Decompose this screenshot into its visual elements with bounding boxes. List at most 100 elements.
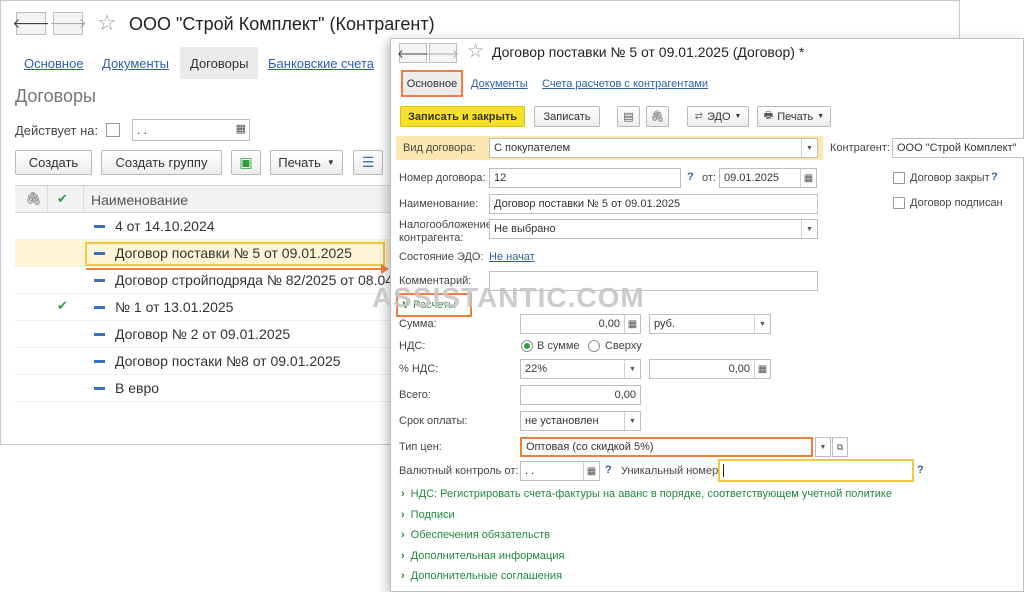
arrow-right-icon: 🡒 [49, 15, 87, 31]
calculator-icon[interactable]: ▦ [624, 315, 640, 333]
tab-bank-accounts[interactable]: Банковские счета [268, 56, 374, 71]
create-button[interactable]: Создать [15, 150, 92, 175]
checkmark-icon: ✔ [57, 298, 68, 313]
currency-control-date-input[interactable]: . . ▦ [520, 461, 600, 481]
open-icon[interactable]: ⧉ [832, 437, 848, 457]
favorite-star-icon[interactable]: ☆ [97, 12, 117, 34]
window-title: Договор поставки № 5 от 09.01.2025 (Дого… [492, 44, 805, 60]
taxation-select[interactable]: Не выбрано ▼ [489, 219, 818, 239]
chevron-down-icon: ▼ [817, 113, 825, 120]
add-document-icon: ▣ [239, 154, 253, 170]
section-label: Дополнительная информация [410, 550, 565, 562]
section-obligations[interactable]: › Обеспечения обязательств [401, 529, 550, 541]
unique-number-input[interactable] [718, 459, 914, 482]
chevron-down-icon[interactable]: ▼ [815, 437, 831, 457]
section-label: Обеспечения обязательств [410, 529, 551, 541]
vat-amount-input[interactable]: 0,00 ▦ [649, 359, 771, 379]
chevron-down-icon[interactable]: ▼ [624, 360, 640, 378]
chevron-down-icon[interactable]: ▼ [801, 139, 817, 157]
arrow-right-icon: 🡒 [426, 46, 460, 61]
contract-date-value: 09.01.2025 [724, 172, 780, 184]
report-button[interactable]: ▤ [617, 106, 640, 127]
active-on-checkbox[interactable] [106, 123, 120, 137]
help-icon[interactable]: ? [687, 171, 694, 183]
list-icon: ☰ [361, 154, 375, 170]
back-button[interactable]: 🡐 [396, 43, 430, 63]
section-label: Подписи [410, 509, 455, 521]
column-name-header[interactable]: Наименование [91, 192, 188, 208]
chevron-down-icon[interactable]: ▼ [801, 220, 817, 238]
vat-rate-select[interactable]: 22% ▼ [520, 359, 641, 379]
contract-window: 🡐 🡒 ☆ Договор поставки № 5 от 09.01.2025… [390, 38, 1024, 592]
annotation-arrow-line [86, 268, 384, 270]
row-name: Договор стройподряда № 82/2025 от 08.04.… [115, 272, 413, 288]
section-additional-agreements[interactable]: › Дополнительные соглашения [401, 570, 562, 582]
save-and-close-button[interactable]: Записать и закрыть [400, 106, 525, 127]
edo-label: ЭДО [706, 110, 731, 123]
vat-above-label: Сверху [605, 340, 642, 352]
tab-main[interactable]: Основное [24, 56, 84, 71]
save-button[interactable]: Записать [534, 106, 600, 127]
print-button[interactable]: 🖶 Печать ▼ [757, 106, 831, 127]
payment-term-select[interactable]: не установлен ▼ [520, 411, 641, 431]
price-type-select[interactable]: Оптовая (со скидкой 5%) [520, 437, 813, 457]
contract-number-input[interactable]: 12 [489, 168, 681, 188]
help-icon[interactable]: ? [991, 171, 998, 183]
active-on-date-input[interactable]: . . ▦ [132, 119, 250, 141]
vat-above-radio[interactable] [588, 340, 600, 352]
total-value: 0,00 [614, 389, 636, 401]
help-icon[interactable]: ? [605, 464, 612, 476]
currency-select[interactable]: руб. ▼ [649, 314, 771, 334]
back-button[interactable]: 🡐 [12, 12, 50, 35]
contract-signed-label: Договор подписан [910, 197, 1003, 209]
payment-term-label: Срок оплаты: [399, 415, 468, 427]
document-icon: ▤ [623, 111, 634, 123]
tab-settlement-accounts[interactable]: Счета расчетов с контрагентами [542, 78, 708, 90]
contract-kind-select[interactable]: С покупателем ▼ [489, 138, 818, 158]
item-icon [94, 306, 105, 309]
item-icon [94, 279, 105, 282]
add-file-button[interactable]: ▣ [231, 150, 261, 175]
edo-state-link[interactable]: Не начат [489, 251, 535, 263]
contract-closed-checkbox[interactable] [893, 172, 905, 184]
tab-documents[interactable]: Документы [471, 78, 528, 90]
edo-state-label: Состояние ЭДО: [399, 251, 484, 263]
edo-button[interactable]: ⇄ ЭДО ▼ [687, 106, 749, 127]
section-additional-info[interactable]: › Дополнительная информация [401, 550, 564, 562]
print-button[interactable]: Печать ▼ [270, 150, 343, 175]
calendar-icon[interactable]: ▦ [800, 169, 816, 187]
calendar-icon[interactable]: ▦ [236, 122, 246, 135]
vat-in-sum-radio[interactable] [521, 340, 533, 352]
contract-kind-value: С покупателем [494, 142, 571, 154]
favorite-star-icon[interactable]: ☆ [467, 42, 484, 61]
currency-control-label: Валютный контроль от: [399, 465, 519, 477]
counterparty-field[interactable]: ООО "Строй Комплект" [892, 138, 1024, 158]
create-group-button[interactable]: Создать группу [101, 150, 222, 175]
item-icon [94, 333, 105, 336]
forward-button[interactable]: 🡒 [426, 43, 460, 63]
contract-signed-checkbox[interactable] [893, 197, 905, 209]
row-name: № 1 от 13.01.2025 [115, 299, 234, 315]
attach-button[interactable]: 🖇 [646, 106, 669, 127]
help-icon[interactable]: ? [917, 464, 924, 476]
sum-input[interactable]: 0,00 ▦ [520, 314, 641, 334]
section-vat-invoices[interactable]: › НДС: Регистрировать счета-фактуры на ав… [401, 488, 892, 500]
item-icon [94, 360, 105, 363]
attachment-icon: 🖇 [25, 191, 42, 206]
total-label: Всего: [399, 389, 431, 401]
list-settings-button[interactable]: ☰ [353, 150, 383, 175]
tab-contracts[interactable]: Договоры [180, 47, 259, 79]
forward-button[interactable]: 🡒 [49, 12, 87, 35]
arrow-left-icon: 🡐 [396, 46, 430, 61]
calculator-icon[interactable]: ▦ [754, 360, 770, 378]
contract-date-input[interactable]: 09.01.2025 ▦ [719, 168, 817, 188]
currency-control-value: . . [525, 465, 535, 477]
tab-documents[interactable]: Документы [102, 56, 169, 71]
contract-name-input[interactable]: Договор поставки № 5 от 09.01.2025 [489, 194, 818, 214]
section-signatures[interactable]: › Подписи [401, 509, 455, 521]
chevron-down-icon[interactable]: ▼ [624, 412, 640, 430]
watermark: ASSISTANTIC.COM [372, 282, 645, 313]
chevron-down-icon[interactable]: ▼ [754, 315, 770, 333]
calendar-icon[interactable]: ▦ [583, 462, 599, 480]
text-cursor [723, 464, 724, 477]
